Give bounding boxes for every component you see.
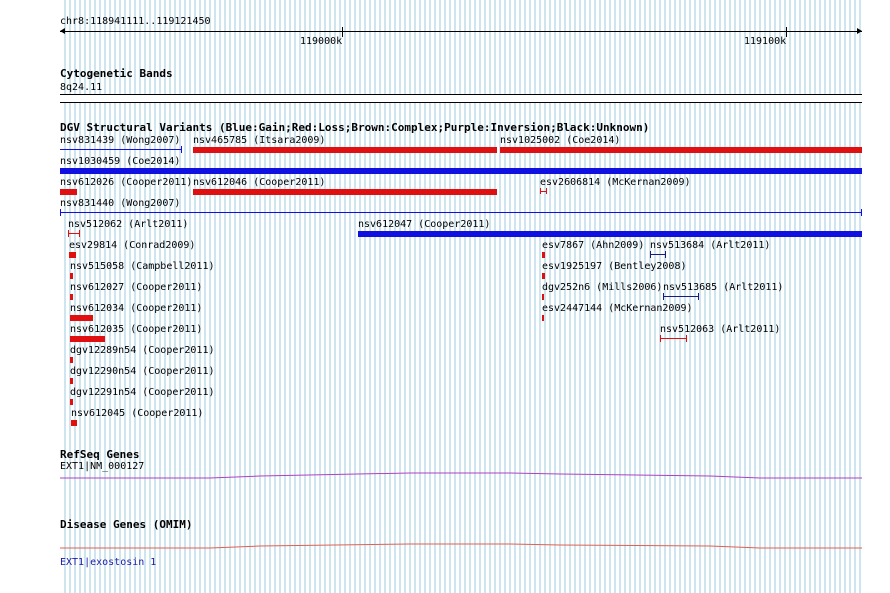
variant-bar-loss[interactable] <box>70 399 73 405</box>
ruler-axis <box>60 31 862 32</box>
variant-label: nsv831439 (Wong2007) <box>60 135 181 146</box>
variant-label: dgv12289n54 (Cooper2011) <box>70 345 215 356</box>
variant-bar-end <box>181 146 182 153</box>
variant-label: nsv831440 (Wong2007) <box>60 198 181 209</box>
variant-bar-end <box>546 188 547 194</box>
variant-bar-loss[interactable] <box>70 315 93 321</box>
variant-label: nsv1030459 (Coe2014) <box>60 156 181 167</box>
variant-bar-gain[interactable] <box>60 149 182 150</box>
variant-bar-loss[interactable] <box>60 189 77 195</box>
ruler-tick-label: 119100k <box>744 36 787 47</box>
variant-bar-end <box>650 251 651 258</box>
variant-bar-loss[interactable] <box>70 273 73 279</box>
variant-bar-end <box>540 188 541 194</box>
variant-bar-unknown[interactable] <box>663 296 699 297</box>
variant-label: dgv252n6 (Mills2006) <box>542 282 663 293</box>
variant-label: nsv513684 (Arlt2011) <box>650 240 771 251</box>
variant-bar-gain[interactable] <box>60 168 862 174</box>
variant-bar-gain[interactable] <box>60 212 862 213</box>
variant-label: nsv612035 (Cooper2011) <box>70 324 203 335</box>
cytoband-label: 8q24.11 <box>60 82 103 93</box>
variant-label: dgv12290n54 (Cooper2011) <box>70 366 215 377</box>
cytoband-bar[interactable] <box>60 94 862 103</box>
variant-bar-loss[interactable] <box>193 189 497 195</box>
omim-track-title: Disease Genes (OMIM) <box>60 518 193 531</box>
variant-bar-loss[interactable] <box>69 252 76 258</box>
variant-bar-unknown[interactable] <box>650 254 666 255</box>
variant-bar-loss[interactable] <box>500 147 862 153</box>
variant-label: esv2447144 (McKernan2009) <box>542 303 693 314</box>
variant-label: nsv612045 (Cooper2011) <box>71 408 204 419</box>
variant-bar-end <box>663 293 664 300</box>
variant-label: dgv12291n54 (Cooper2011) <box>70 387 215 398</box>
variant-bar-loss[interactable] <box>542 294 544 300</box>
variant-label: esv7867 (Ahn2009) <box>542 240 645 251</box>
variant-bar-loss[interactable] <box>70 378 73 384</box>
variant-bar-loss[interactable] <box>70 336 105 342</box>
variant-label: nsv512062 (Arlt2011) <box>68 219 189 230</box>
variant-bar-end <box>686 335 687 342</box>
scroll-right-arrow[interactable] <box>857 28 862 34</box>
variant-label: nsv612047 (Cooper2011) <box>358 219 491 230</box>
cytoband-track-title: Cytogenetic Bands <box>60 67 173 80</box>
refseq-track-title: RefSeq Genes <box>60 448 140 461</box>
scroll-left-arrow[interactable] <box>60 28 65 34</box>
omim-gene-line[interactable] <box>0 538 890 554</box>
variant-bar-loss[interactable] <box>193 147 497 153</box>
variant-bar-end <box>698 293 699 300</box>
variant-label: nsv512063 (Arlt2011) <box>660 324 781 335</box>
position-label: chr8:118941111..119121450 <box>60 16 211 27</box>
variant-label: nsv612026 (Cooper2011) <box>60 177 193 188</box>
variant-label: nsv515058 (Campbell2011) <box>70 261 215 272</box>
variant-label: nsv465785 (Itsara2009) <box>193 135 326 146</box>
variant-label: nsv612034 (Cooper2011) <box>70 303 203 314</box>
variant-bar-loss[interactable] <box>542 315 544 321</box>
variant-label: esv2606814 (McKernan2009) <box>540 177 691 188</box>
variant-bar-end <box>79 230 80 237</box>
variant-bar-loss[interactable] <box>70 357 73 363</box>
omim-gene-link[interactable]: EXT1|exostosin 1 <box>60 557 156 568</box>
variant-label: nsv1025002 (Coe2014) <box>500 135 621 146</box>
variant-bar-loss[interactable] <box>660 338 687 339</box>
variant-label: nsv612046 (Cooper2011) <box>193 177 326 188</box>
variant-bar-loss[interactable] <box>542 273 545 279</box>
variant-bar-loss[interactable] <box>70 294 73 300</box>
variant-bar-end <box>861 209 862 216</box>
position-grid <box>64 0 861 593</box>
refseq-gene-line[interactable] <box>0 468 890 484</box>
variant-label: esv29814 (Conrad2009) <box>69 240 196 251</box>
variant-label: nsv612027 (Cooper2011) <box>70 282 203 293</box>
variant-bar-gain[interactable] <box>358 231 862 237</box>
variant-bar-end <box>60 209 61 216</box>
dgv-track-title: DGV Structural Variants (Blue:Gain;Red:L… <box>60 121 650 134</box>
variant-bar-end <box>660 335 661 342</box>
ruler-tick-label: 119000k <box>300 36 343 47</box>
variant-bar-loss[interactable] <box>542 252 545 258</box>
variant-bar-end <box>68 230 69 237</box>
variant-bar-loss[interactable] <box>71 420 77 426</box>
variant-label: nsv513685 (Arlt2011) <box>663 282 784 293</box>
variant-bar-end <box>665 251 666 258</box>
variant-label: esv1925197 (Bentley2008) <box>542 261 687 272</box>
